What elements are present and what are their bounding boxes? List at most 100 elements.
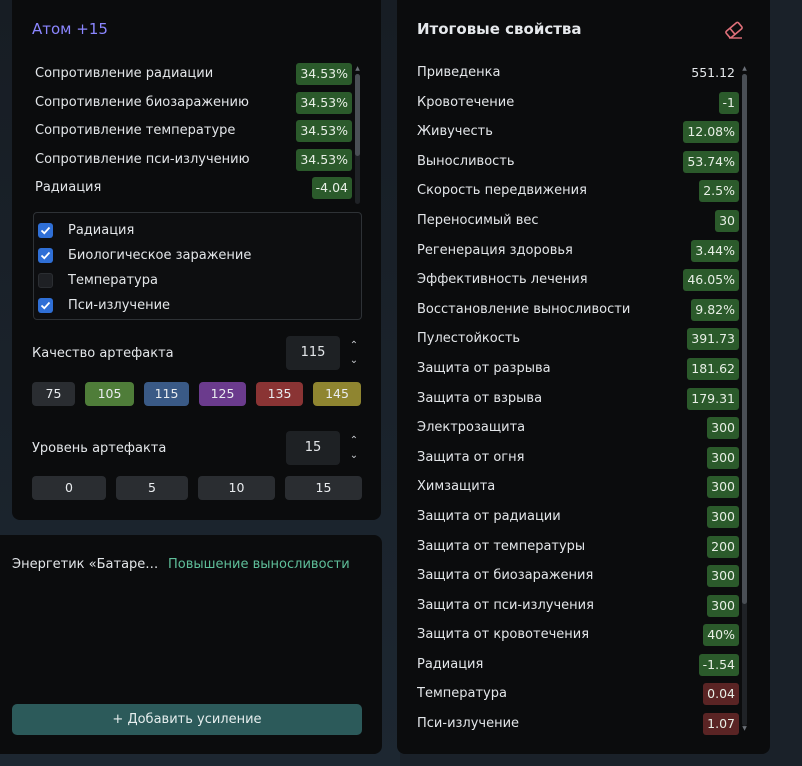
summary-row: Пулестойкость 391.73 (417, 324, 739, 354)
quality-chip-125[interactable]: 125 (199, 382, 246, 406)
summary-row: Электрозащита 300 (417, 413, 739, 443)
property-value: 34.53% (296, 148, 352, 171)
level-label: Уровень артефакта (32, 441, 167, 456)
quality-chip-145[interactable]: 145 (313, 382, 361, 406)
summary-row-label: Защита от радиации (417, 508, 561, 524)
summary-row: Приведенка 551.12 (417, 58, 739, 88)
property-value: -4.04 (311, 177, 352, 199)
summary-list[interactable]: Приведенка 551.12 Кровотечение -1 Живучесть 1… (417, 58, 739, 738)
summary-row-label: Защита от взрыва (417, 390, 543, 406)
summary-row-value: 179.31 (687, 387, 739, 410)
eraser-icon[interactable] (723, 20, 745, 40)
summary-row-value: 46.05% (683, 269, 739, 292)
summary-row: Переносимый вес 30 (417, 206, 739, 236)
summary-row: Пси-излучение 1.07 (417, 709, 739, 738)
properties-scrollbar-thumb[interactable] (355, 74, 360, 156)
scroll-up-arrow-icon[interactable]: ▲ (354, 66, 361, 72)
checkbox-unchecked-icon[interactable] (38, 273, 53, 288)
quality-input[interactable]: 115 (286, 336, 340, 370)
level-input[interactable]: 15 (286, 431, 340, 465)
summary-row-label: Температура (417, 686, 507, 702)
summary-row: Радиация -1.54 (417, 650, 739, 680)
property-value: 34.53% (296, 91, 352, 114)
summary-row: Защита от кровотечения 40% (417, 620, 739, 650)
quality-chip-115[interactable]: 115 (144, 382, 189, 406)
summary-row-label: Электрозащита (417, 420, 526, 436)
summary-row-value: 300 (707, 476, 739, 499)
summary-row: Защита от разрыва 181.62 (417, 354, 739, 384)
summary-row-value: 551.12 (691, 65, 735, 80)
summary-row-value: 40% (703, 624, 739, 647)
filter-dropdown: Радиация Биологическое заражение Темпера… (33, 212, 362, 320)
checkbox-checked-icon[interactable] (38, 298, 53, 313)
property-label: Радиация (35, 180, 102, 195)
summary-row: Эффективность лечения 46.05% (417, 265, 739, 295)
add-boost-button[interactable]: + Добавить усиление (12, 704, 362, 735)
level-chip-15[interactable]: 15 (285, 476, 362, 500)
quality-chip-105[interactable]: 105 (85, 382, 134, 406)
properties-scrollbar[interactable] (355, 74, 360, 204)
summary-row: Восстановление выносливости 9.82% (417, 295, 739, 325)
property-row: Сопротивление пси-излучению 34.53% (32, 146, 352, 175)
summary-row-value: 300 (707, 594, 739, 617)
summary-row-label: Выносливость (417, 153, 515, 169)
property-row: Сопротивление биозаражению 34.53% (32, 89, 352, 118)
boost-effect: Повышение выносливости (168, 557, 350, 572)
summary-row-label: Защита от пси-излучения (417, 597, 594, 613)
decrement-icon[interactable]: ⌄ (348, 355, 360, 367)
summary-row-label: Пси-излучение (417, 716, 520, 732)
property-label: Сопротивление радиации (35, 66, 214, 81)
summary-row-label: Радиация (417, 656, 484, 672)
summary-row-label: Защита от огня (417, 449, 525, 465)
level-chip-0[interactable]: 0 (32, 476, 106, 500)
summary-row: Защита от огня 300 (417, 443, 739, 473)
summary-row: Защита от биозаражения 300 (417, 561, 739, 591)
summary-row-value: 30 (715, 209, 739, 232)
property-label: Сопротивление биозаражению (35, 94, 249, 110)
summary-row-label: Регенерация здоровья (417, 242, 573, 258)
checkbox-checked-icon[interactable] (38, 248, 53, 263)
artifact-properties-list[interactable]: Сопротивление радиации 34.53% Сопротивле… (32, 60, 352, 210)
property-value: 34.53% (296, 63, 352, 85)
summary-row: Температура 0.04 (417, 679, 739, 709)
quality-chip-135[interactable]: 135 (256, 382, 303, 406)
summary-row-value: 2.5% (699, 180, 739, 203)
summary-row-value: -1 (718, 91, 739, 114)
summary-row-value: 300 (707, 446, 739, 469)
summary-row-label: Переносимый вес (417, 212, 539, 228)
level-chip-10[interactable]: 10 (198, 476, 275, 500)
filter-option-label: Пси-излучение (68, 298, 171, 313)
scroll-down-arrow-icon[interactable]: ▼ (741, 726, 748, 732)
summary-row-label: Защита от биозаражения (417, 568, 594, 584)
summary-row: Выносливость 53.74% (417, 147, 739, 177)
quality-chip-75[interactable]: 75 (32, 382, 75, 406)
property-row: Сопротивление радиации 34.53% (32, 60, 352, 89)
checkbox-checked-icon[interactable] (38, 223, 53, 238)
artifact-panel: Атом +15 Сопротивление радиации 34.53% С… (12, 0, 381, 520)
summary-row: Живучесть 12.08% (417, 117, 739, 147)
level-chip-5[interactable]: 5 (116, 476, 188, 500)
summary-scrollbar-thumb[interactable] (742, 74, 747, 604)
summary-row: Кровотечение -1 (417, 88, 739, 118)
summary-row-value: 12.08% (683, 121, 739, 144)
scroll-up-arrow-icon[interactable]: ▲ (741, 66, 748, 72)
increment-icon[interactable]: ⌃ (348, 340, 360, 352)
summary-scrollbar[interactable] (742, 74, 747, 726)
summary-row-label: Эффективность лечения (417, 272, 588, 288)
summary-row-value: 300 (707, 417, 739, 440)
summary-row-value: 200 (707, 535, 739, 558)
summary-row-value: -1.54 (698, 653, 739, 676)
increment-icon[interactable]: ⌃ (348, 435, 360, 447)
summary-row: Химзащита 300 (417, 472, 739, 502)
property-label: Сопротивление температуре (35, 123, 236, 138)
summary-panel: Итоговые свойства Приведенка 551.12 Кровот… (397, 0, 770, 754)
quality-label: Качество артефакта (32, 346, 174, 361)
boost-name[interactable]: Энергетик «Батаре… (12, 557, 158, 572)
summary-row: Регенерация здоровья 3.44% (417, 236, 739, 266)
summary-row: Скорость передвижения 2.5% (417, 176, 739, 206)
decrement-icon[interactable]: ⌄ (348, 450, 360, 462)
summary-row: Защита от температуры 200 (417, 532, 739, 562)
property-label: Сопротивление пси-излучению (35, 151, 250, 167)
summary-row-value: 53.74% (683, 150, 739, 173)
summary-row-value: 300 (707, 505, 739, 528)
